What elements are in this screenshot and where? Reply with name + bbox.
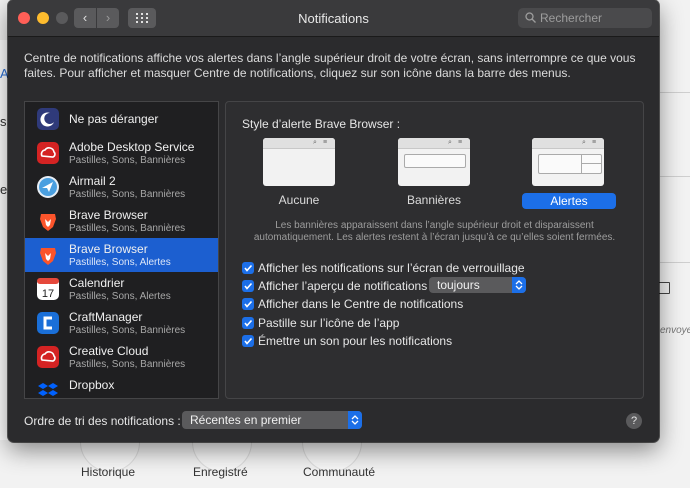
app-name: Calendrier: [69, 276, 125, 290]
background-divider: [660, 176, 690, 177]
notifications-window: ‹ › Notifications Rechercher Centre de n…: [8, 0, 659, 442]
checkmark-icon: [242, 298, 254, 310]
background-fragment: s: [0, 114, 7, 129]
search-icon: ⌕: [448, 139, 452, 146]
list-icon: ≡: [323, 139, 328, 146]
app-settings-summary: Pastilles, Sons, Bannières: [69, 155, 186, 166]
search-icon: ⌕: [582, 139, 586, 146]
app-settings-summary: Pastilles, Sons, Bannières: [69, 325, 186, 336]
background-app-edge: [0, 40, 8, 440]
alert-sample: [538, 154, 602, 174]
list-item-airmail-2[interactable]: Airmail 2 Pastilles, Sons, Bannières: [25, 170, 218, 204]
style-alerts-preview[interactable]: ⌕ ≡: [532, 138, 604, 186]
help-button[interactable]: ?: [626, 413, 642, 429]
app-name: Adobe Desktop Service: [69, 140, 195, 154]
app-settings-summary: Pastilles, Sons, Alertes: [69, 257, 171, 268]
adobe-cc-icon: [37, 142, 59, 164]
moon-icon: [37, 108, 59, 130]
checkmark-icon: [242, 317, 254, 329]
list-item-creative-cloud[interactable]: Creative Cloud Pastilles, Sons, Bannière…: [25, 340, 218, 374]
search-placeholder: Rechercher: [540, 11, 603, 25]
chevron-up-down-icon: [348, 411, 362, 429]
preview-select[interactable]: toujours: [429, 277, 526, 293]
chevron-up-down-icon: [512, 277, 526, 293]
checkmark-icon: [242, 262, 254, 274]
banner-sample: [404, 154, 466, 168]
checkmark-icon: [242, 335, 254, 347]
search-field[interactable]: Rechercher: [518, 8, 652, 28]
list-icon: ≡: [592, 139, 597, 146]
sort-order-label: Ordre de tri des notifications :: [24, 414, 181, 428]
app-settings-summary: Pastilles, Sons, Bannières: [69, 359, 186, 370]
checkbox-label: Afficher dans le Centre de notifications: [258, 297, 464, 311]
intro-text: Centre de notifications affiche vos aler…: [24, 51, 636, 80]
checkmark-icon: [242, 280, 254, 292]
app-name: CraftManager: [69, 310, 143, 324]
brave-lion-icon: [37, 210, 59, 232]
app-name: Creative Cloud: [69, 344, 149, 358]
checkbox-label: Afficher l’aperçu de notifications: [258, 279, 428, 293]
background-fragment: e: [0, 182, 8, 197]
list-item-adobe-desktop-service[interactable]: Adobe Desktop Service Pastilles, Sons, B…: [25, 136, 218, 170]
craftmanager-icon: [37, 312, 59, 334]
style-none-label[interactable]: Aucune: [263, 193, 335, 207]
app-name: Airmail 2: [69, 174, 116, 188]
history-label[interactable]: Historique: [81, 465, 135, 479]
creative-cloud-icon: [37, 346, 59, 368]
list-item-ne-pas-deranger[interactable]: Ne pas déranger: [25, 102, 218, 136]
app-name: Brave Browser: [69, 208, 148, 222]
background-divider: [660, 92, 690, 93]
sort-order-value: Récentes en premier: [190, 413, 302, 427]
style-banners-label[interactable]: Bannières: [398, 193, 470, 207]
list-item-brave-browser-selected[interactable]: Brave Browser Pastilles, Sons, Alertes: [25, 238, 218, 272]
airmail-icon: [37, 176, 59, 198]
app-settings-summary: Pastilles, Sons, Alertes: [69, 291, 171, 302]
preview-select-value: toujours: [437, 278, 480, 292]
search-icon: ⌕: [313, 139, 317, 146]
alert-style-hint: Les bannières apparaissent dans l’angle …: [253, 220, 616, 243]
checkbox-label: Émettre un son pour les notifications: [258, 334, 453, 348]
checkbox-label: Afficher les notifications sur l’écran d…: [258, 261, 525, 275]
list-item-dropbox[interactable]: Dropbox: [25, 374, 218, 398]
saved-label[interactable]: Enregistré: [193, 465, 248, 479]
app-name: Brave Browser: [69, 242, 148, 256]
calendar-icon: 17: [37, 278, 59, 300]
background-text: envoyer c: [660, 325, 690, 336]
calendar-day: 17: [42, 288, 54, 300]
app-settings-summary: Pastilles, Sons, Bannières: [69, 223, 186, 234]
list-item-brave-browser[interactable]: Brave Browser Pastilles, Sons, Bannières: [25, 204, 218, 238]
list-item-calendrier[interactable]: 17 Calendrier Pastilles, Sons, Alertes: [25, 272, 218, 306]
style-alerts-label[interactable]: Alertes: [522, 193, 616, 209]
search-icon: [525, 12, 536, 23]
community-label[interactable]: Communauté: [303, 465, 375, 479]
background-divider: [660, 262, 690, 263]
title-bar: ‹ › Notifications Rechercher: [8, 0, 659, 37]
list-icon: ≡: [458, 139, 463, 146]
app-settings-summary: Pastilles, Sons, Bannières: [69, 189, 186, 200]
sort-order-select[interactable]: Récentes en premier: [182, 411, 362, 429]
app-name: Dropbox: [69, 378, 115, 392]
app-list[interactable]: Ne pas déranger Adobe Desktop Service Pa…: [24, 101, 219, 399]
list-item-craftmanager[interactable]: CraftManager Pastilles, Sons, Bannières: [25, 306, 218, 340]
alert-style-title: Style d’alerte Brave Browser :: [242, 117, 401, 131]
checkbox-label: Pastille sur l’icône de l’app: [258, 316, 400, 330]
brave-lion-icon: [37, 244, 59, 266]
dropbox-icon: [37, 380, 59, 398]
style-none-preview[interactable]: ⌕ ≡: [263, 138, 335, 186]
alert-settings-panel: Style d’alerte Brave Browser : ⌕ ≡ ⌕ ≡ ⌕ ≡ …: [225, 101, 644, 399]
app-name: Ne pas déranger: [69, 112, 159, 126]
style-banners-preview[interactable]: ⌕ ≡: [398, 138, 470, 186]
